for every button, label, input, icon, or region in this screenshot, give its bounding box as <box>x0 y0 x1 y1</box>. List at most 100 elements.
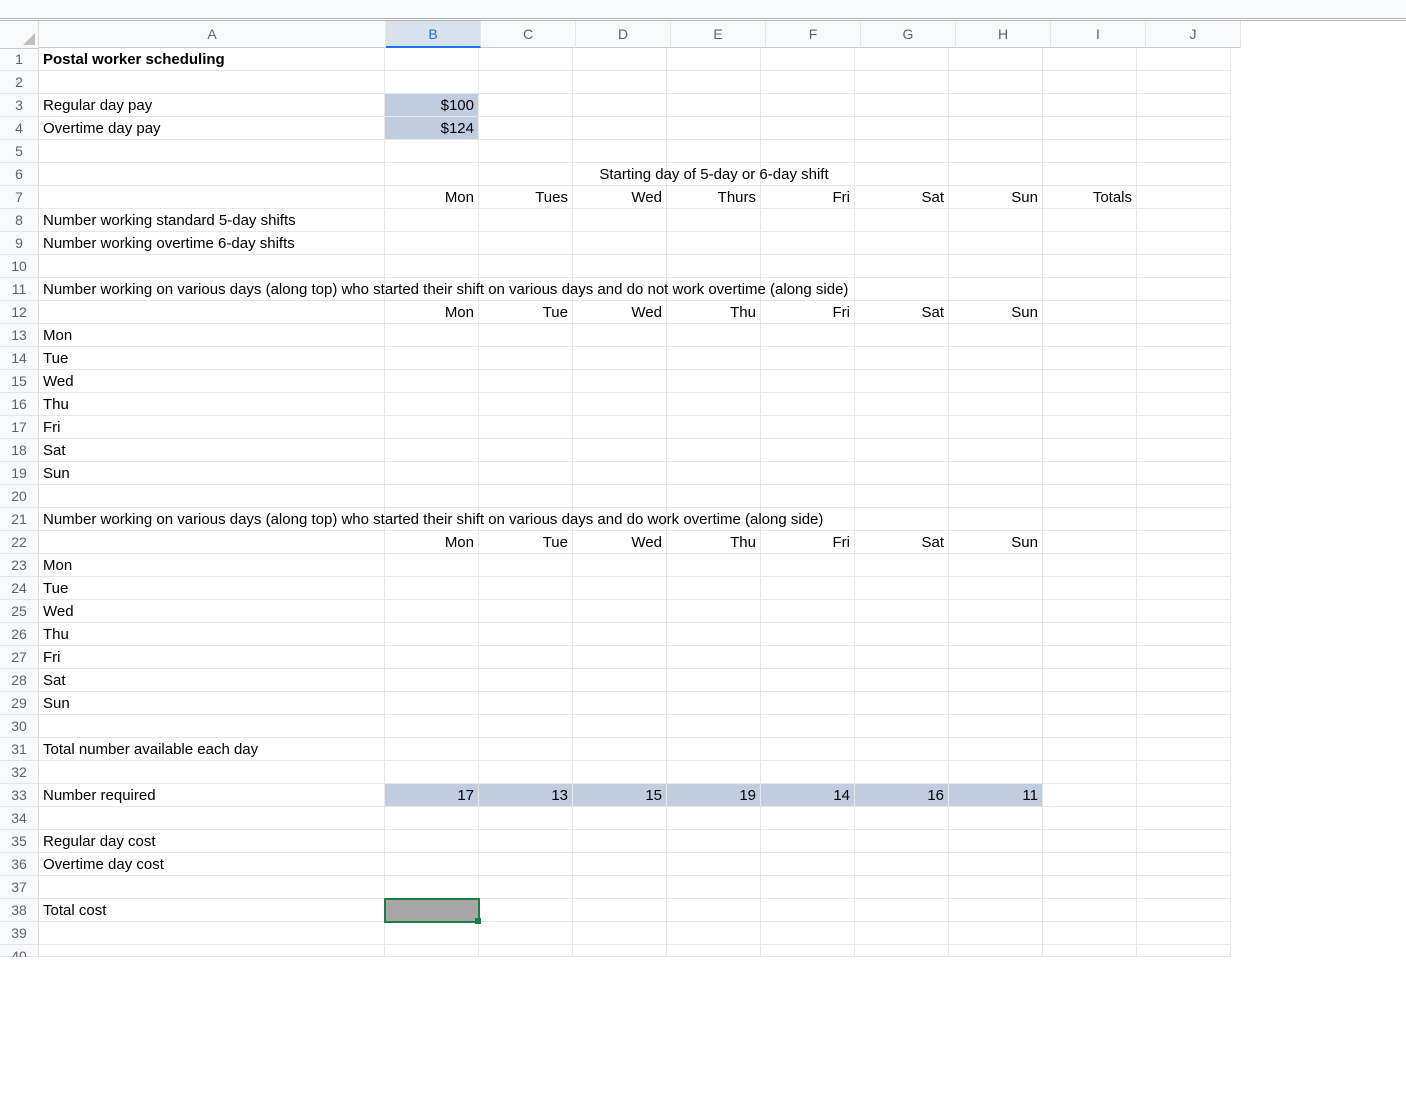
cell-F15[interactable] <box>761 370 855 393</box>
cell-B10[interactable] <box>385 255 479 278</box>
cell-J17[interactable] <box>1137 416 1231 439</box>
cell-E40[interactable] <box>667 945 761 957</box>
cell-F13[interactable] <box>761 324 855 347</box>
cell-B2[interactable] <box>385 71 479 94</box>
cell-H32[interactable] <box>949 761 1043 784</box>
cell-E2[interactable] <box>667 71 761 94</box>
cell-A15[interactable]: Wed <box>39 370 385 393</box>
cell-E4[interactable] <box>667 117 761 140</box>
cell-D23[interactable] <box>573 554 667 577</box>
cell-C36[interactable] <box>479 853 573 876</box>
row-header-25[interactable]: 25 <box>0 600 39 623</box>
row-header-38[interactable]: 38 <box>0 899 39 922</box>
cell-A26[interactable]: Thu <box>39 623 385 646</box>
cell-F29[interactable] <box>761 692 855 715</box>
cell-A38[interactable]: Total cost <box>39 899 385 922</box>
row-header-15[interactable]: 15 <box>0 370 39 393</box>
cell-G5[interactable] <box>855 140 949 163</box>
cell-G8[interactable] <box>855 209 949 232</box>
cell-H33[interactable]: 11 <box>949 784 1043 807</box>
cell-J31[interactable] <box>1137 738 1231 761</box>
row-header-28[interactable]: 28 <box>0 669 39 692</box>
cell-F32[interactable] <box>761 761 855 784</box>
cell-A5[interactable] <box>39 140 385 163</box>
cell-A39[interactable] <box>39 922 385 945</box>
cell-I20[interactable] <box>1043 485 1137 508</box>
cell-A34[interactable] <box>39 807 385 830</box>
row-header-1[interactable]: 1 <box>0 48 39 71</box>
cell-F23[interactable] <box>761 554 855 577</box>
cell-D16[interactable] <box>573 393 667 416</box>
cell-A19[interactable]: Sun <box>39 462 385 485</box>
col-D[interactable]: D <box>576 21 671 48</box>
cell-E38[interactable] <box>667 899 761 922</box>
cell-J21[interactable] <box>1137 508 1231 531</box>
cell-J1[interactable] <box>1137 48 1231 71</box>
cell-G15[interactable] <box>855 370 949 393</box>
cell-I18[interactable] <box>1043 439 1137 462</box>
cell-G40[interactable] <box>855 945 949 957</box>
cell-B18[interactable] <box>385 439 479 462</box>
row-header-31[interactable]: 31 <box>0 738 39 761</box>
cell-G20[interactable] <box>855 485 949 508</box>
cell-F16[interactable] <box>761 393 855 416</box>
cell-A14[interactable]: Tue <box>39 347 385 370</box>
cell-E24[interactable] <box>667 577 761 600</box>
cell-G10[interactable] <box>855 255 949 278</box>
cell-D35[interactable] <box>573 830 667 853</box>
cell-H36[interactable] <box>949 853 1043 876</box>
cell-J7[interactable] <box>1137 186 1231 209</box>
cell-E17[interactable] <box>667 416 761 439</box>
cell-G38[interactable] <box>855 899 949 922</box>
cell-H9[interactable] <box>949 232 1043 255</box>
cell-J37[interactable] <box>1137 876 1231 899</box>
cell-H39[interactable] <box>949 922 1043 945</box>
cell-I4[interactable] <box>1043 117 1137 140</box>
cell-A3[interactable]: Regular day pay <box>39 94 385 117</box>
cell-H2[interactable] <box>949 71 1043 94</box>
cell-H10[interactable] <box>949 255 1043 278</box>
cell-C12[interactable]: Tue <box>479 301 573 324</box>
cell-D27[interactable] <box>573 646 667 669</box>
cell-C37[interactable] <box>479 876 573 899</box>
cell-E30[interactable] <box>667 715 761 738</box>
cell-C18[interactable] <box>479 439 573 462</box>
cell-H24[interactable] <box>949 577 1043 600</box>
cell-B35[interactable] <box>385 830 479 853</box>
col-J[interactable]: J <box>1146 21 1241 48</box>
cell-H40[interactable] <box>949 945 1043 957</box>
cell-I28[interactable] <box>1043 669 1137 692</box>
cell-C14[interactable] <box>479 347 573 370</box>
row-header-18[interactable]: 18 <box>0 439 39 462</box>
cell-I2[interactable] <box>1043 71 1137 94</box>
cell-I25[interactable] <box>1043 600 1137 623</box>
cell-I1[interactable] <box>1043 48 1137 71</box>
cell-C23[interactable] <box>479 554 573 577</box>
cell-D18[interactable] <box>573 439 667 462</box>
cell-B27[interactable] <box>385 646 479 669</box>
cell-F27[interactable] <box>761 646 855 669</box>
cell-E37[interactable] <box>667 876 761 899</box>
fill-handle[interactable] <box>475 918 481 924</box>
cell-B19[interactable] <box>385 462 479 485</box>
cell-B11[interactable] <box>385 278 479 301</box>
cell-F8[interactable] <box>761 209 855 232</box>
cell-H5[interactable] <box>949 140 1043 163</box>
cell-E19[interactable] <box>667 462 761 485</box>
row-header-4[interactable]: 4 <box>0 117 39 140</box>
cell-A12[interactable] <box>39 301 385 324</box>
cell-C30[interactable] <box>479 715 573 738</box>
row-header-23[interactable]: 23 <box>0 554 39 577</box>
cell-C20[interactable] <box>479 485 573 508</box>
cell-F30[interactable] <box>761 715 855 738</box>
cell-A7[interactable] <box>39 186 385 209</box>
cell-C33[interactable]: 13 <box>479 784 573 807</box>
cell-G28[interactable] <box>855 669 949 692</box>
cell-H20[interactable] <box>949 485 1043 508</box>
cell-F9[interactable] <box>761 232 855 255</box>
cell-B21[interactable] <box>385 508 479 531</box>
cell-G26[interactable] <box>855 623 949 646</box>
cell-F39[interactable] <box>761 922 855 945</box>
cell-E26[interactable] <box>667 623 761 646</box>
cell-A21[interactable]: Number working on various days (along to… <box>39 508 385 531</box>
